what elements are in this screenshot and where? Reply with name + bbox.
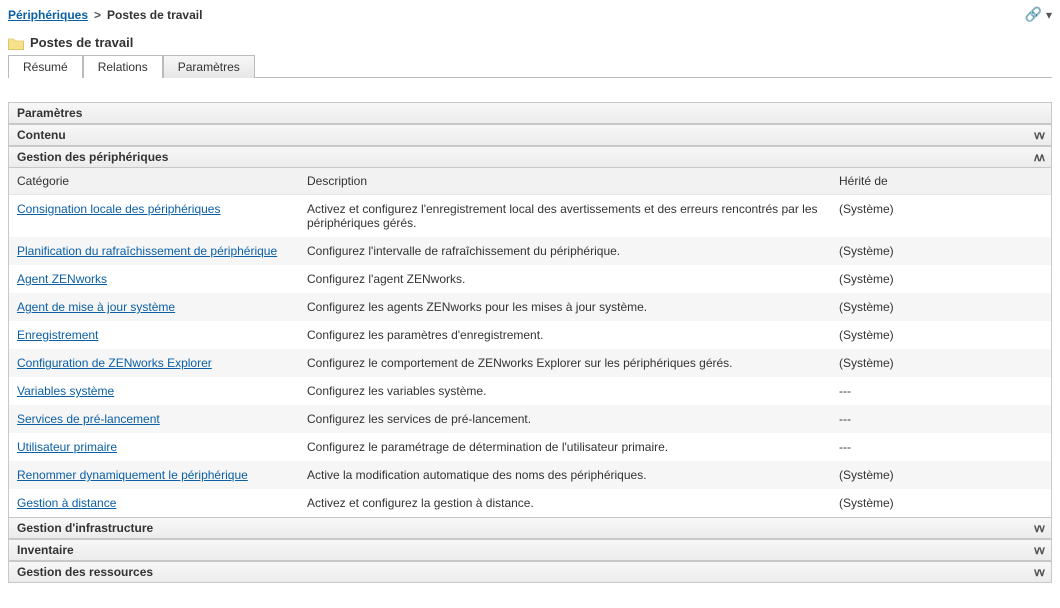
breadcrumb: Périphériques > Postes de travail: [8, 8, 202, 22]
tab-summary[interactable]: Résumé: [8, 55, 83, 78]
breadcrumb-current: Postes de travail: [107, 8, 202, 22]
category-link[interactable]: Enregistrement: [17, 328, 98, 342]
tab-settings[interactable]: Paramètres: [163, 55, 255, 78]
description-cell: Configurez les agents ZENworks pour les …: [299, 293, 831, 321]
inherited-cell: (Système): [831, 349, 1051, 377]
col-header-inherited: Hérité de: [831, 168, 1051, 195]
table-row: Agent ZENworks Configurez l'agent ZENwork…: [9, 265, 1051, 293]
category-link[interactable]: Agent ZENworks: [17, 272, 107, 286]
section-content-label: Contenu: [17, 128, 66, 142]
section-device-mgmt-label: Gestion des périphériques: [17, 150, 168, 164]
table-row: Agent de mise à jour système Configurez l…: [9, 293, 1051, 321]
tabs: Résumé Relations Paramètres: [8, 54, 1052, 78]
description-cell: Configurez le comportement de ZENworks E…: [299, 349, 831, 377]
settings-panel-title: Paramètres: [17, 106, 82, 120]
breadcrumb-root-link[interactable]: Périphériques: [8, 8, 88, 22]
description-cell: Configurez les services de pré-lancement…: [299, 405, 831, 433]
inherited-cell: (Système): [831, 237, 1051, 265]
description-cell: Configurez le paramétrage de déterminati…: [299, 433, 831, 461]
section-infra-mgmt[interactable]: Gestion d'infrastructure ∨∨: [9, 517, 1051, 539]
section-resource-mgmt-label: Gestion des ressources: [17, 565, 153, 579]
section-infra-mgmt-label: Gestion d'infrastructure: [17, 521, 153, 535]
description-cell: Activez et configurez l'enregistrement l…: [299, 195, 831, 238]
top-actions: 🔗 ▾: [1025, 6, 1052, 23]
section-resource-mgmt[interactable]: Gestion des ressources ∨∨: [9, 561, 1051, 582]
category-link[interactable]: Consignation locale des périphériques: [17, 202, 220, 216]
table-row: Planification du rafraîchissement de pér…: [9, 237, 1051, 265]
folder-icon: [8, 35, 24, 49]
table-row: Enregistrement Configurez les paramètres …: [9, 321, 1051, 349]
description-cell: Configurez l'agent ZENworks.: [299, 265, 831, 293]
settings-panel: Paramètres Contenu ∨∨ Gestion des périph…: [8, 102, 1052, 583]
table-row: Utilisateur primaire Configurez le paramé…: [9, 433, 1051, 461]
table-row: Variables système Configurez les variable…: [9, 377, 1051, 405]
inherited-cell: ---: [831, 433, 1051, 461]
inherited-cell: (Système): [831, 321, 1051, 349]
col-header-category: Catégorie: [9, 168, 299, 195]
table-row: Services de pré-lancement Configurez les …: [9, 405, 1051, 433]
section-content[interactable]: Contenu ∨∨: [9, 124, 1051, 146]
description-cell: Configurez l'intervalle de rafraîchissem…: [299, 237, 831, 265]
expand-icon: ∨∨: [1033, 544, 1043, 557]
expand-icon: ∨∨: [1033, 566, 1043, 579]
description-cell: Configurez les variables système.: [299, 377, 831, 405]
section-inventory[interactable]: Inventaire ∨∨: [9, 539, 1051, 561]
description-cell: Activez et configurez la gestion à dista…: [299, 489, 831, 517]
category-link[interactable]: Configuration de ZENworks Explorer: [17, 356, 212, 370]
tab-relations[interactable]: Relations: [83, 55, 163, 78]
settings-table: Catégorie Description Hérité de Consigna…: [9, 168, 1051, 517]
settings-panel-header: Paramètres: [9, 103, 1051, 124]
inherited-cell: (Système): [831, 461, 1051, 489]
table-row: Configuration de ZENworks Explorer Config…: [9, 349, 1051, 377]
inherited-cell: (Système): [831, 265, 1051, 293]
table-row: Renommer dynamiquement le périphérique Ac…: [9, 461, 1051, 489]
page-title: Postes de travail: [30, 35, 133, 50]
inherited-cell: ---: [831, 405, 1051, 433]
expand-icon: ∨∨: [1033, 522, 1043, 535]
description-cell: Configurez les paramètres d'enregistreme…: [299, 321, 831, 349]
col-header-description: Description: [299, 168, 831, 195]
description-cell: Active la modification automatique des n…: [299, 461, 831, 489]
table-row: Gestion à distance Activez et configurez …: [9, 489, 1051, 517]
inherited-cell: ---: [831, 377, 1051, 405]
category-link[interactable]: Utilisateur primaire: [17, 440, 117, 454]
table-row: Consignation locale des périphériques Act…: [9, 195, 1051, 238]
inherited-cell: (Système): [831, 489, 1051, 517]
category-link[interactable]: Planification du rafraîchissement de pér…: [17, 244, 277, 258]
category-link[interactable]: Renommer dynamiquement le périphérique: [17, 468, 248, 482]
category-link[interactable]: Services de pré-lancement: [17, 412, 160, 426]
breadcrumb-separator: >: [94, 8, 101, 22]
section-device-mgmt[interactable]: Gestion des périphériques ∧∧: [9, 146, 1051, 168]
category-link[interactable]: Agent de mise à jour système: [17, 300, 175, 314]
collapse-icon: ∧∧: [1033, 151, 1043, 164]
category-link[interactable]: Gestion à distance: [17, 496, 116, 510]
category-link[interactable]: Variables système: [17, 384, 114, 398]
section-inventory-label: Inventaire: [17, 543, 74, 557]
inherited-cell: (Système): [831, 195, 1051, 238]
expand-icon: ∨∨: [1033, 129, 1043, 142]
inherited-cell: (Système): [831, 293, 1051, 321]
link-icon[interactable]: 🔗: [1025, 6, 1042, 23]
dropdown-caret-icon[interactable]: ▾: [1046, 8, 1052, 22]
